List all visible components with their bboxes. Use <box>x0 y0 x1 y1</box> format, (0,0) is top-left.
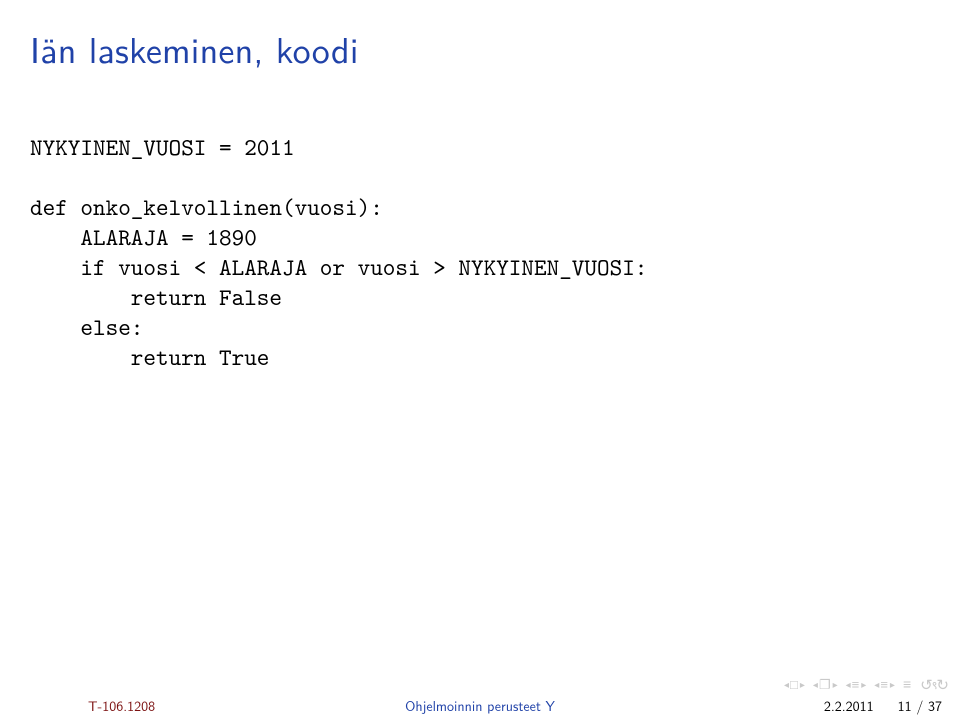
code-line: return True <box>30 341 269 373</box>
footline: T-106.1208 Ohjelmoinnin perusteet Y 2.2.… <box>0 696 960 716</box>
code-line: def onko_kelvollinen(vuosi): <box>30 191 383 223</box>
nav-prev-subsection-icon[interactable]: ◂ <box>874 677 878 692</box>
slide-title: Iän laskeminen, koodi <box>30 22 359 75</box>
nav-next-slide-icon[interactable]: ▸ <box>800 677 804 692</box>
nav-prev-slide-icon[interactable]: ◂ <box>784 677 788 692</box>
footer-date: 2.2.2011 <box>824 696 874 716</box>
footer-page: 11 / 37 <box>898 696 942 716</box>
beamer-nav-symbols: ◂ □ ▸ ◂ ❐ ▸ ◂ ≡ ▸ ◂ ≡ ▸ ≡ ↺९↻ <box>780 674 948 694</box>
nav-frame-group[interactable]: ◂ ❐ ▸ <box>813 675 837 694</box>
code-line: NYKYINEN_VUOSI = 2011 <box>30 131 295 163</box>
code-line: ALARAJA = 1890 <box>30 221 257 253</box>
nav-slide-group[interactable]: ◂ □ ▸ <box>784 675 804 694</box>
code-block: NYKYINEN_VUOSI = 2011 def onko_kelvollin… <box>30 132 647 372</box>
nav-presentation-icon[interactable]: ≡ <box>903 674 911 694</box>
code-line: if vuosi < ALARAJA or vuosi > NYKYINEN_V… <box>30 251 647 283</box>
nav-prev-section-icon[interactable]: ◂ <box>846 677 850 692</box>
nav-subsection-group[interactable]: ◂ ≡ ▸ <box>874 675 894 694</box>
nav-circ-icon[interactable]: ↺९↻ <box>920 673 948 695</box>
nav-prev-frame-icon[interactable]: ◂ <box>813 677 817 692</box>
slide: Iän laskeminen, koodi NYKYINEN_VUOSI = 2… <box>0 0 960 720</box>
nav-slide-icon: □ <box>790 675 798 694</box>
footer-right: 2.2.2011 11 / 37 <box>824 696 942 716</box>
footer-course-code: T-106.1208 <box>88 696 155 716</box>
nav-subsection-icon: ≡ <box>880 675 888 694</box>
nav-next-subsection-icon[interactable]: ▸ <box>890 677 894 692</box>
nav-section-group[interactable]: ◂ ≡ ▸ <box>846 675 866 694</box>
code-line: return False <box>30 281 282 313</box>
nav-frame-icon: ❐ <box>819 675 831 694</box>
nav-next-frame-icon[interactable]: ▸ <box>833 677 837 692</box>
nav-section-icon: ≡ <box>852 675 860 694</box>
nav-next-section-icon[interactable]: ▸ <box>861 677 865 692</box>
footer-course-title: Ohjelmoinnin perusteet Y <box>405 696 555 716</box>
code-line: else: <box>30 311 143 343</box>
